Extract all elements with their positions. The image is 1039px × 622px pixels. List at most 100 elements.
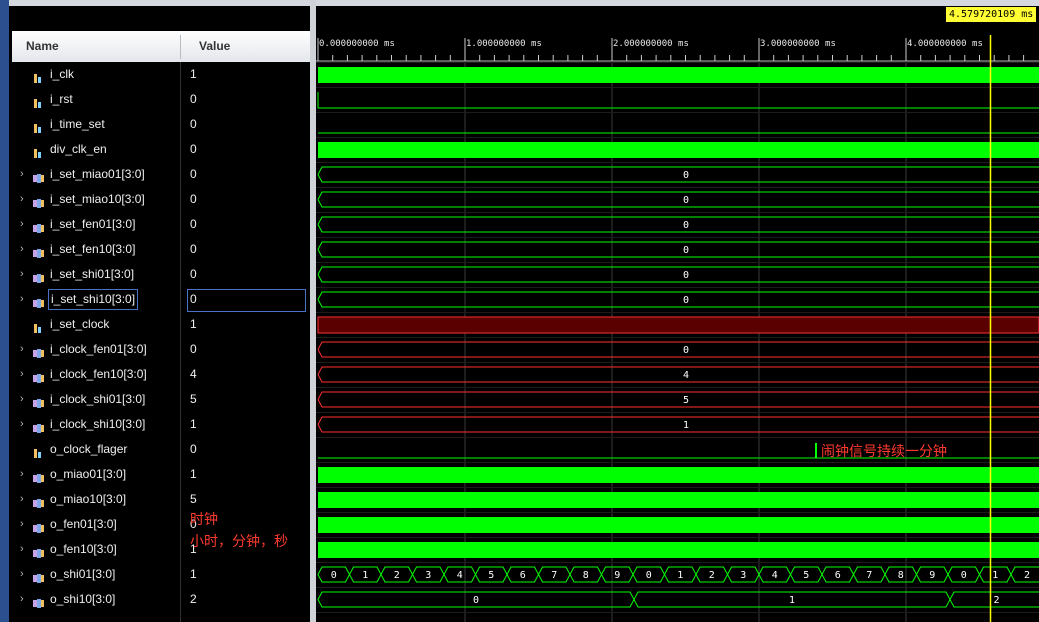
signal-value-row[interactable]: 5: [181, 387, 310, 412]
bus-value-label: 7: [551, 570, 557, 581]
expand-chevron-icon[interactable]: ›: [20, 543, 24, 555]
signal-value-row[interactable]: 0: [181, 437, 310, 462]
signal-name: i_set_clock: [50, 317, 110, 331]
expand-chevron-icon[interactable]: ›: [20, 593, 24, 605]
expand-chevron-icon[interactable]: ›: [20, 368, 24, 380]
wave-o-shi10: 0 1 2: [317, 591, 1039, 608]
signal-value-row[interactable]: 4: [181, 362, 310, 387]
wave-i-clock-shi01: 5: [317, 391, 1039, 408]
signal-value-row[interactable]: 0: [181, 112, 310, 137]
expand-chevron-icon[interactable]: ›: [20, 518, 24, 530]
bus-value-label: 0: [473, 595, 479, 606]
bit-signal-icon: [33, 445, 44, 458]
expand-chevron-icon[interactable]: ›: [20, 218, 24, 230]
signal-value: 1: [190, 567, 197, 581]
signal-value: 1: [190, 417, 197, 431]
signal-name: i_clk: [50, 67, 75, 81]
signal-value: 5: [190, 392, 197, 406]
waveform-canvas[interactable]: 0 0 0 0 0 0 0 4 5 1 0 1 2 3 4 5 6 7 8 9 0 1 2 3 4 5 6 7 8 9 0 1 2 0 1 2: [316, 62, 1039, 622]
expand-chevron-icon[interactable]: ›: [20, 393, 24, 405]
bus-signal-icon: [33, 470, 44, 483]
signal-row-div-clk-en[interactable]: div_clk_en: [12, 137, 180, 162]
signal-row-o-shi10[interactable]: › o_shi10[3:0]: [12, 587, 180, 612]
signal-value-row[interactable]: 1: [181, 62, 310, 87]
bus-signal-icon: [33, 520, 44, 533]
signal-value-row[interactable]: 0: [181, 287, 310, 312]
bus-value-label: 1: [789, 595, 795, 606]
time-ruler[interactable]: 0.000000000 ms 1.000000000 ms 2.00000000…: [316, 35, 1039, 62]
signal-row-o-fen10[interactable]: › o_fen10[3:0]: [12, 537, 180, 562]
signal-value-row[interactable]: 1: [181, 462, 310, 487]
expand-chevron-icon[interactable]: ›: [20, 468, 24, 480]
bus-signal-icon: [33, 170, 44, 183]
column-divider[interactable]: [180, 35, 181, 59]
signal-row-i-set-shi10[interactable]: › i_set_shi10[3:0]: [12, 287, 180, 312]
signal-value-row[interactable]: 1: [181, 412, 310, 437]
wave-i-set-clock: [317, 316, 1039, 334]
bus-signal-icon: [33, 295, 44, 308]
signal-value-row[interactable]: 0: [181, 337, 310, 362]
signal-value: 0: [190, 117, 197, 131]
expand-chevron-icon[interactable]: ›: [20, 243, 24, 255]
signal-row-o-clock-flager[interactable]: o_clock_flager: [12, 437, 180, 462]
signal-row-i-clock-shi10[interactable]: › i_clock_shi10[3:0]: [12, 412, 180, 437]
signal-row-i-set-clock[interactable]: i_set_clock: [12, 312, 180, 337]
bit-signal-icon: [33, 95, 44, 108]
signal-row-i-clk[interactable]: i_clk: [12, 62, 180, 87]
bus-signal-icon: [33, 270, 44, 283]
signal-row-i-set-shi01[interactable]: › i_set_shi01[3:0]: [12, 262, 180, 287]
wave-i-set-fen10: 0: [317, 241, 1039, 258]
signal-row-i-set-miao01[interactable]: › i_set_miao01[3:0]: [12, 162, 180, 187]
signal-value-row[interactable]: 2: [181, 587, 310, 612]
column-header: Name Value: [12, 31, 310, 63]
signal-row-o-miao01[interactable]: › o_miao01[3:0]: [12, 462, 180, 487]
bus-value-label: 9: [929, 570, 935, 581]
bus-value-label: 1: [683, 420, 689, 431]
bus-value-label: 0: [683, 245, 689, 256]
expand-chevron-icon[interactable]: ›: [20, 493, 24, 505]
signal-value-row[interactable]: 1: [181, 562, 310, 587]
expand-chevron-icon[interactable]: ›: [20, 193, 24, 205]
expand-chevron-icon[interactable]: ›: [20, 293, 24, 305]
signal-name: o_shi10[3:0]: [50, 592, 116, 606]
signal-row-i-rst[interactable]: i_rst: [12, 87, 180, 112]
value-column-header[interactable]: Value: [199, 31, 230, 62]
name-panel-toolbar: [12, 7, 310, 31]
wave-i-clk: [318, 67, 1039, 83]
signal-row-i-set-fen01[interactable]: › i_set_fen01[3:0]: [12, 212, 180, 237]
signal-value-row[interactable]: 0: [181, 137, 310, 162]
expand-chevron-icon[interactable]: ›: [20, 343, 24, 355]
expand-chevron-icon[interactable]: ›: [20, 418, 24, 430]
signal-row-o-fen01[interactable]: › o_fen01[3:0]: [12, 512, 180, 537]
signal-value-row[interactable]: 0: [181, 212, 310, 237]
bus-value-label: 4: [683, 370, 689, 381]
name-column-header[interactable]: Name: [26, 31, 59, 62]
signal-row-o-shi01[interactable]: › o_shi01[3:0]: [12, 562, 180, 587]
bus-value-label: 6: [835, 570, 841, 581]
signal-row-i-clock-fen10[interactable]: › i_clock_fen10[3:0]: [12, 362, 180, 387]
window-left-edge: [0, 0, 9, 622]
signal-value-row[interactable]: 0: [181, 187, 310, 212]
expand-chevron-icon[interactable]: ›: [20, 168, 24, 180]
bus-value-label: 8: [898, 570, 904, 581]
signal-value-row[interactable]: 0: [181, 87, 310, 112]
signal-value-row[interactable]: 1: [181, 312, 310, 337]
bus-signal-icon: [33, 370, 44, 383]
expand-chevron-icon[interactable]: ›: [20, 568, 24, 580]
signal-row-i-clock-shi01[interactable]: › i_clock_shi01[3:0]: [12, 387, 180, 412]
bus-value-label: 0: [683, 170, 689, 181]
wave-i-clock-fen01: 0: [317, 341, 1039, 358]
bus-value-label: 5: [488, 570, 494, 581]
signal-row-i-set-miao10[interactable]: › i_set_miao10[3:0]: [12, 187, 180, 212]
signal-name: o_miao01[3:0]: [50, 467, 127, 481]
signal-value: 0: [190, 92, 197, 106]
signal-value-row[interactable]: 0: [181, 162, 310, 187]
expand-chevron-icon[interactable]: ›: [20, 268, 24, 280]
signal-row-i-time-set[interactable]: i_time_set: [12, 112, 180, 137]
signal-row-i-clock-fen01[interactable]: › i_clock_fen01[3:0]: [12, 337, 180, 362]
bus-value-label: 0: [683, 295, 689, 306]
signal-row-i-set-fen10[interactable]: › i_set_fen10[3:0]: [12, 237, 180, 262]
signal-value-row[interactable]: 0: [181, 237, 310, 262]
signal-value-row[interactable]: 0: [181, 262, 310, 287]
signal-row-o-miao10[interactable]: › o_miao10[3:0]: [12, 487, 180, 512]
